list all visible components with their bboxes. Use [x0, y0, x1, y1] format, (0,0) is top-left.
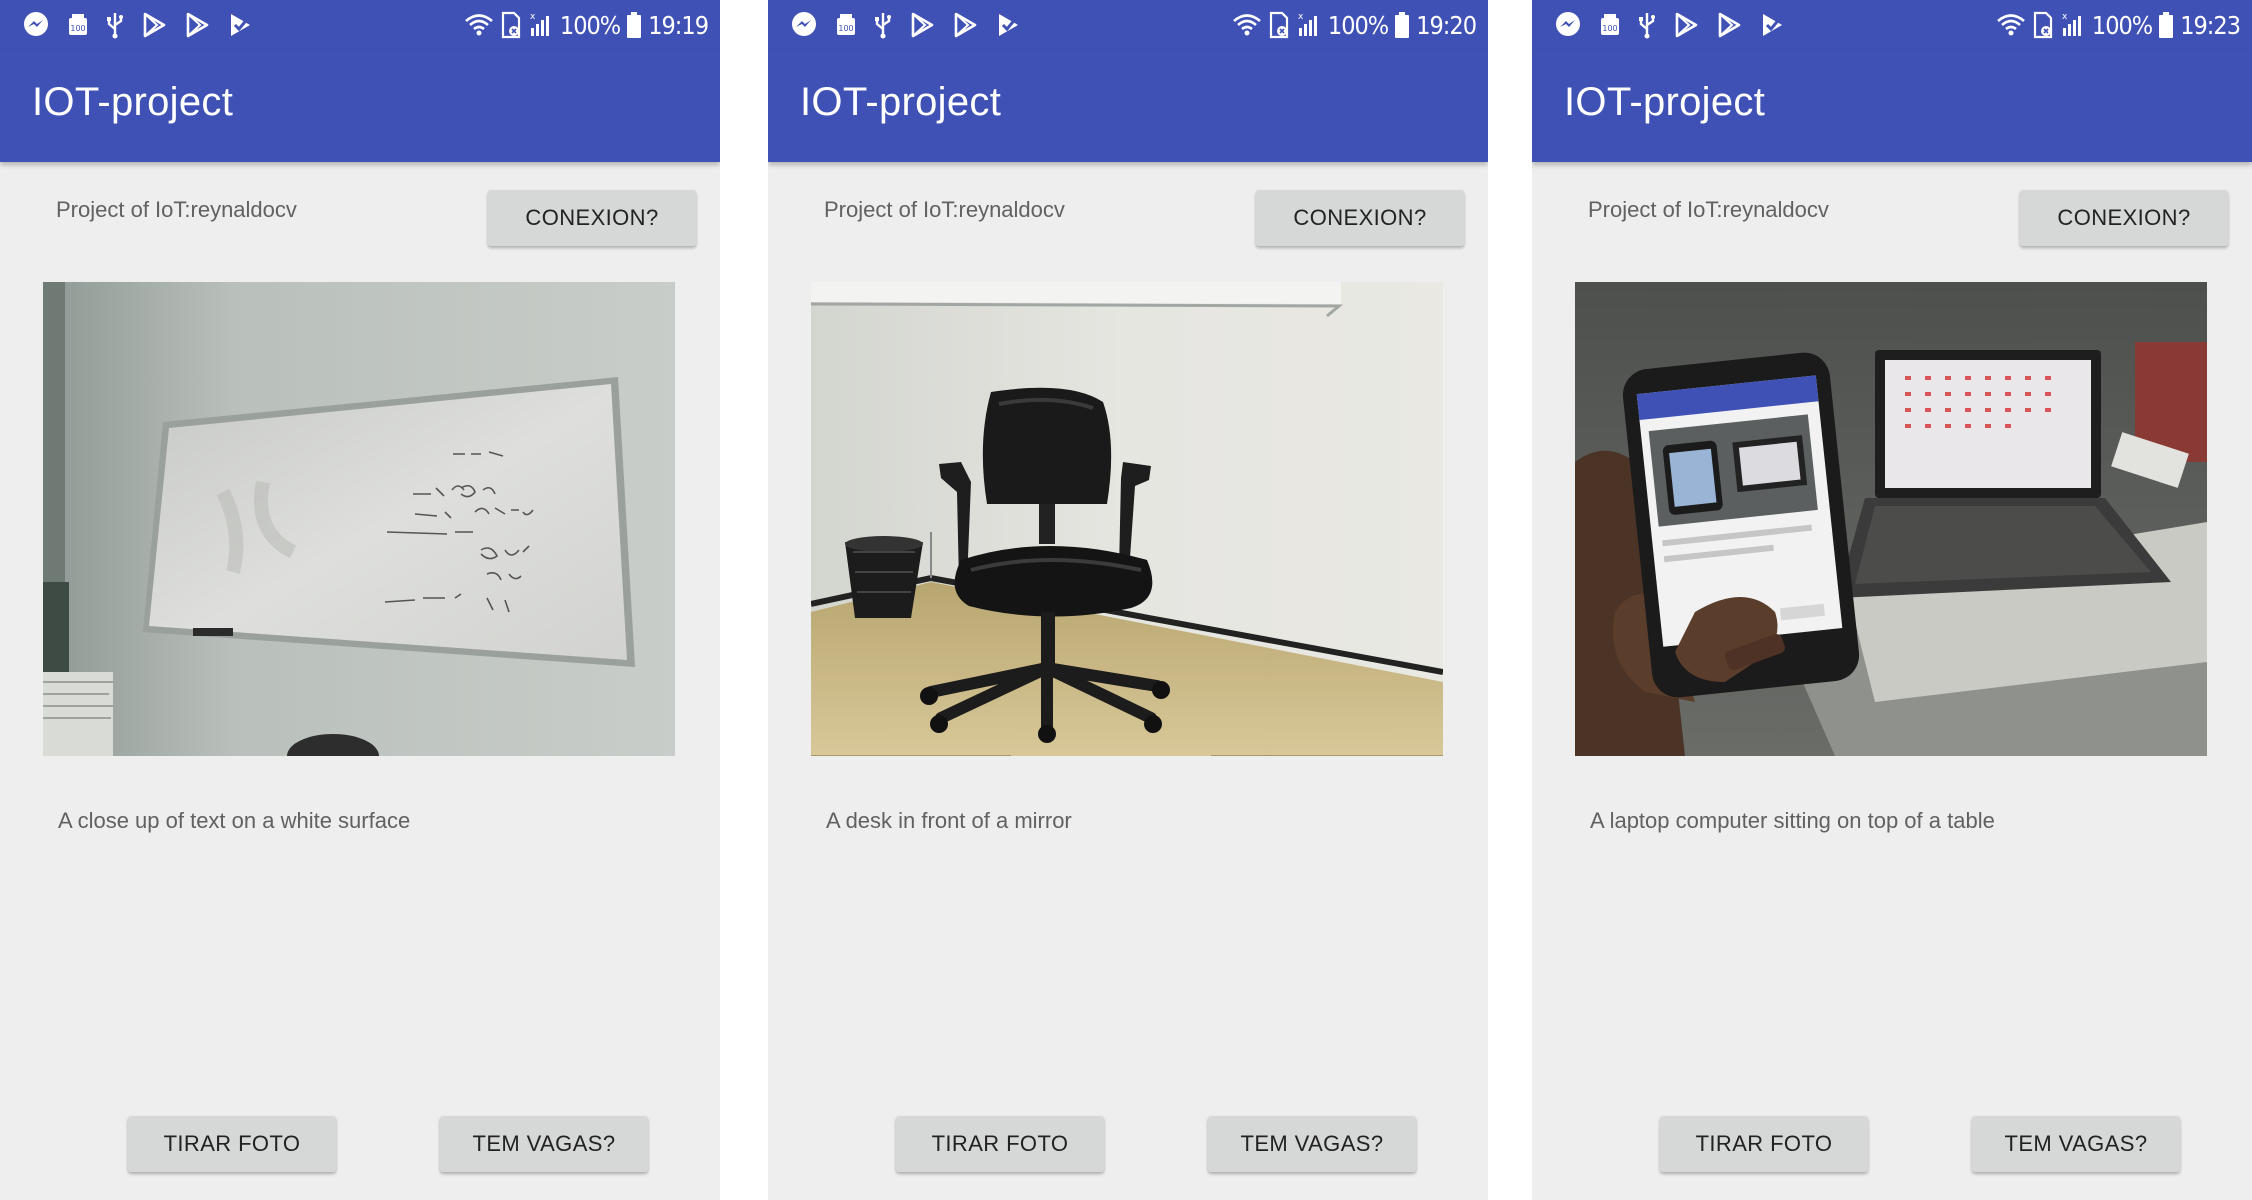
sim-icon — [1268, 11, 1290, 39]
status-bar: 100 x 100% 19:23 — [1532, 0, 2252, 50]
app-bar: IOT-project — [768, 50, 1488, 162]
image-caption: A desk in front of a mirror — [826, 808, 1072, 833]
captured-photo-whiteboard — [43, 282, 675, 756]
image-caption: A close up of text on a white surface — [58, 808, 411, 833]
svg-text:x: x — [530, 12, 536, 22]
play-store-icon — [1673, 12, 1699, 38]
app-bar: IOT-project — [0, 50, 720, 162]
tem-vagas-button[interactable]: TEM VAGAS? — [440, 1116, 648, 1172]
screenshot-collage: 100 x 100% 19:19 IOT-project Project of … — [0, 0, 2252, 1200]
captured-photo-phone-laptop — [1575, 282, 2207, 756]
app-title: IOT-project — [800, 80, 1002, 124]
signal-icon: x — [528, 12, 554, 38]
tem-vagas-button[interactable]: TEM VAGAS? — [1972, 1116, 2180, 1172]
image-caption: A laptop computer sitting on top of a ta… — [1590, 808, 1995, 833]
wifi-icon — [1232, 13, 1262, 37]
conexion-button[interactable]: CONEXION? — [2020, 190, 2228, 246]
tirar-foto-button[interactable]: TIRAR FOTO — [896, 1116, 1104, 1172]
sim-icon — [2032, 11, 2054, 39]
conexion-button[interactable]: CONEXION? — [488, 190, 696, 246]
usb-icon — [874, 11, 892, 39]
battery-icon — [1394, 11, 1410, 39]
captured-photo-chair — [811, 282, 1443, 756]
tem-vagas-button[interactable]: TEM VAGAS? — [1208, 1116, 1416, 1172]
tirar-foto-button[interactable]: TIRAR FOTO — [128, 1116, 336, 1172]
svg-text:100: 100 — [70, 24, 85, 33]
storage-icon: 100 — [67, 12, 89, 38]
svg-text:x: x — [1298, 12, 1304, 22]
storage-icon: 100 — [1599, 12, 1621, 38]
signal-icon: x — [1296, 12, 1322, 38]
svg-text:100: 100 — [838, 24, 853, 33]
project-label: Project of IoT:reynaldocv — [824, 197, 1065, 222]
phone-screen-2: 100 x 100% 19:20 IOT-project Project of … — [768, 0, 1488, 1200]
phone-screen-1: 100 x 100% 19:19 IOT-project Project of … — [0, 0, 720, 1200]
app-title: IOT-project — [32, 80, 234, 124]
messenger-icon — [22, 11, 50, 39]
battery-percent: 100% — [2091, 10, 2153, 40]
signal-icon: x — [2060, 12, 2086, 38]
status-bar: 100 x 100% 19:20 — [768, 0, 1488, 50]
status-bar: 100 x 100% 19:19 — [0, 0, 720, 50]
phone-screen-3: 100 x 100% 19:23 IOT-project Project of … — [1532, 0, 2252, 1200]
sim-icon — [500, 11, 522, 39]
play-check-icon — [995, 12, 1021, 38]
play-store-icon — [184, 12, 210, 38]
wifi-icon — [1996, 13, 2026, 37]
project-label: Project of IoT:reynaldocv — [1588, 197, 1829, 222]
app-title: IOT-project — [1564, 80, 1766, 124]
battery-percent: 100% — [559, 10, 621, 40]
play-check-icon — [1759, 12, 1785, 38]
battery-icon — [2158, 11, 2174, 39]
conexion-button[interactable]: CONEXION? — [1256, 190, 1464, 246]
clock: 19:23 — [2180, 10, 2241, 40]
app-bar: IOT-project — [1532, 50, 2252, 162]
svg-text:100: 100 — [1602, 24, 1617, 33]
clock: 19:20 — [1416, 10, 1477, 40]
svg-text:x: x — [2062, 12, 2068, 22]
messenger-icon — [790, 11, 818, 39]
battery-percent: 100% — [1327, 10, 1389, 40]
play-store-icon — [952, 12, 978, 38]
play-check-icon — [227, 12, 253, 38]
usb-icon — [106, 11, 124, 39]
usb-icon — [1638, 11, 1656, 39]
clock: 19:19 — [648, 10, 709, 40]
tirar-foto-button[interactable]: TIRAR FOTO — [1660, 1116, 1868, 1172]
play-store-icon — [1716, 12, 1742, 38]
play-store-icon — [141, 12, 167, 38]
battery-icon — [626, 11, 642, 39]
project-label: Project of IoT:reynaldocv — [56, 197, 297, 222]
storage-icon: 100 — [835, 12, 857, 38]
play-store-icon — [909, 12, 935, 38]
messenger-icon — [1554, 11, 1582, 39]
wifi-icon — [464, 13, 494, 37]
